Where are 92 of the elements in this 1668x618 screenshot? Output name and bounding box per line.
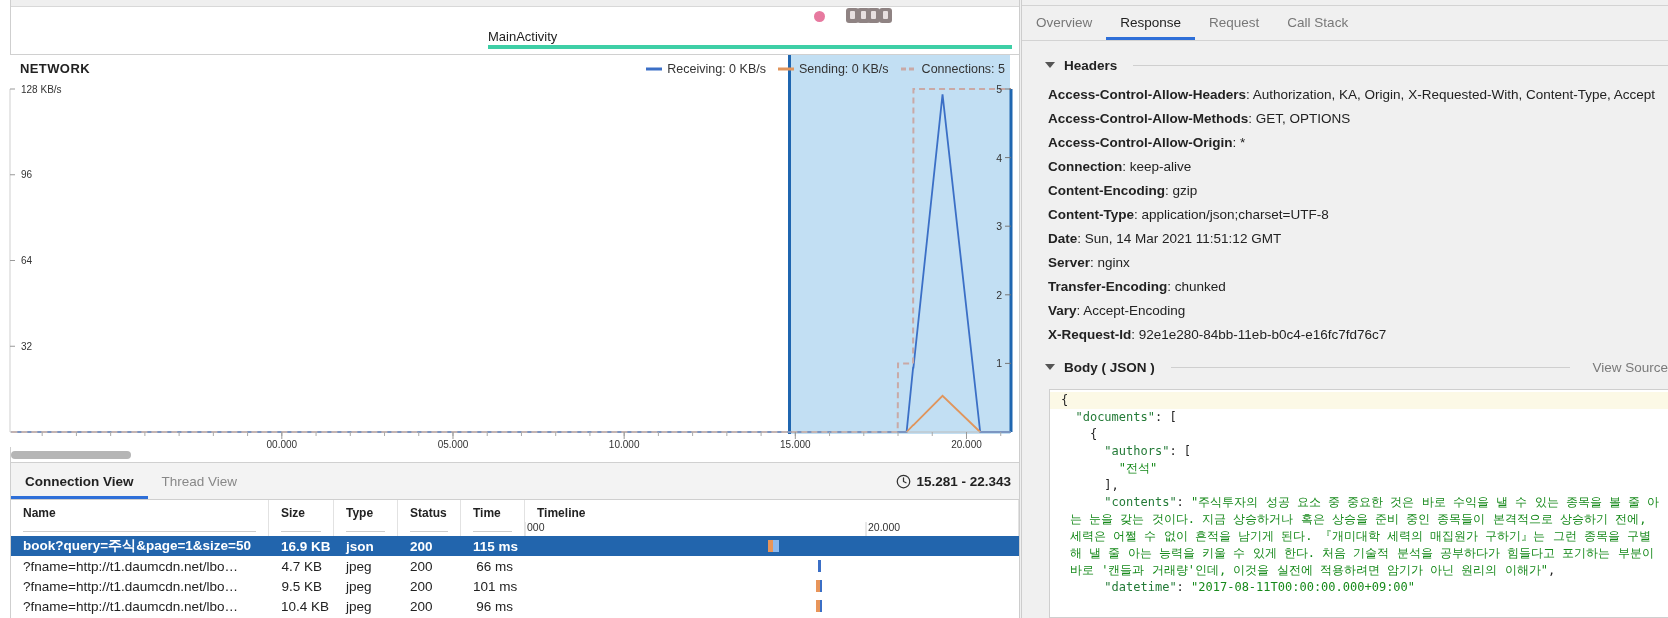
axis-label: 20.000 xyxy=(868,521,901,533)
table-cell-text: ?fname=http://t1.daumcdn.net/lbo… xyxy=(22,578,239,594)
header-entry: Date: Sun, 14 Mar 2021 11:51:12 GMT xyxy=(1048,231,1283,247)
legend-item: Sending: 0 KB/s xyxy=(777,61,889,76)
table-cell-text: 115 ms xyxy=(472,538,520,554)
code-line: "documents": [ xyxy=(1074,409,1178,426)
detail-tab[interactable]: Call Stack xyxy=(1273,6,1363,40)
header-entry: Transfer-Encoding: chunked xyxy=(1048,279,1227,295)
axis-label: 00.000 xyxy=(266,439,298,450)
axis-label: 96 xyxy=(21,169,33,181)
code-line: "contents": "주식투자의 성공 요소 중 중요한 것은 바로 수익을 낼 수 있는 종목을 볼 줄 아는 눈을 갖는 것이다. 지금 상승하거나 혹은 상승을 준비 중인 종목들이 본격적으로 상승하기 전에, 세력은 어쩔 수 없이 흔적을 남기게 된다. 『개미대학 세력의 매집원가 구하기』는 그런 종목을 구별해 낼 줄 아는 능력을 키울 수 있게 한다. 처음 기술적 분석을 공부하다가 힘들다고 포기하는 부분이 바로 '캔들과 거래량'인데, 이것을 실전에 적용하려면 암기가 아닌 원리의 이해가", xyxy=(1069,494,1661,579)
header-entry: Access-Control-Allow-Headers: Authorization, KA, Origin, X-Requested-With, Content-Type, Accept xyxy=(1048,87,1656,103)
axis-label: 128 KB/s xyxy=(21,83,62,95)
collapse-triangle-icon[interactable] xyxy=(1044,363,1056,371)
header-entry: Server: nginx xyxy=(1048,255,1131,271)
table-row[interactable]: book?query=주식&page=1&size=50 16.9 KB json 200 115 ms xyxy=(11,536,1019,556)
header-entry: Vary: Accept-Encoding xyxy=(1048,303,1187,319)
code-line: "datetime": "2017-08-11T00:00:00.000+09:00" xyxy=(1103,579,1417,596)
time-range: 15.281 - 22.343 xyxy=(916,473,1011,489)
column-header[interactable]: Time xyxy=(473,506,501,520)
column-header[interactable]: Timeline xyxy=(537,506,586,520)
code-line: "authors": [ xyxy=(1103,443,1193,460)
column-header[interactable]: Type xyxy=(346,506,374,520)
table-cell-text: 200 xyxy=(409,558,434,574)
table-cell-text: 16.9 KB xyxy=(280,538,332,554)
line-icon xyxy=(777,66,794,71)
table-cell-text: json xyxy=(344,538,375,554)
axis-label: 10.000 xyxy=(608,439,640,450)
code-line: ], xyxy=(1103,477,1120,494)
table-cell-text: ?fname=http://t1.daumcdn.net/lbo… xyxy=(22,558,239,574)
detail-tab[interactable]: Overview xyxy=(1022,6,1107,40)
view-source-link[interactable]: View Source xyxy=(1592,359,1668,375)
collapse-triangle-icon[interactable] xyxy=(1044,61,1056,69)
table-cell-text: 66 ms xyxy=(475,558,514,574)
column-header[interactable]: Size xyxy=(281,506,305,520)
table-cell-text: jpeg xyxy=(344,558,373,574)
table-cell-text: 9.5 KB xyxy=(280,578,323,594)
view-tab[interactable]: Connection View xyxy=(11,463,148,499)
timing-bar-icon xyxy=(816,580,822,592)
table-cell-text: 200 xyxy=(409,598,434,614)
activity-label: MainActivity xyxy=(488,29,558,44)
axis-label: 20.000 xyxy=(951,439,982,450)
clock-icon xyxy=(896,473,912,489)
detail-tab[interactable]: Request xyxy=(1195,6,1274,40)
axis-label: 000 xyxy=(527,521,545,533)
header-entry: Access-Control-Allow-Origin: * xyxy=(1048,135,1247,151)
axis-label: 15.000 xyxy=(780,439,811,450)
axis-label: 32 xyxy=(21,340,33,352)
header-entry: X-Request-Id: 92e1e280-84bb-11eb-b0c4-e16fc7fd76c7 xyxy=(1048,327,1388,343)
table-cell-text: jpeg xyxy=(344,598,373,614)
axis-label: 2 xyxy=(996,288,1002,301)
table-cell-text: 101 ms xyxy=(472,578,519,594)
axis-label: 05.000 xyxy=(437,439,469,450)
table-cell-text: book?query=주식&page=1&size=50 xyxy=(22,537,252,555)
table-cell-text: 10.4 KB xyxy=(280,598,331,614)
axis-label: 64 xyxy=(21,255,33,266)
table-cell-text: 96 ms xyxy=(475,598,514,614)
timing-bar-icon xyxy=(816,600,822,612)
legend-item: Connections: 5 xyxy=(900,61,1005,76)
event-dot[interactable] xyxy=(814,11,825,22)
axis-label: 4 xyxy=(996,151,1002,164)
table-cell-text: jpeg xyxy=(344,578,373,594)
axis-label: 5 xyxy=(996,83,1002,95)
table-cell-text: 200 xyxy=(409,578,434,594)
event-markers-drawing[interactable] xyxy=(846,7,894,25)
code-line: "전석" xyxy=(1117,460,1159,477)
code-line: { xyxy=(1088,426,1099,443)
timing-bar-icon xyxy=(768,540,779,552)
dashed-line-icon xyxy=(900,66,917,71)
scrollbar-thumb[interactable] xyxy=(11,450,131,459)
header-entry: Content-Encoding: gzip xyxy=(1048,183,1199,199)
table-cell-text: 4.7 KB xyxy=(280,558,323,574)
column-header[interactable]: Status xyxy=(410,506,447,520)
legend-item: Receiving: 0 KB/s xyxy=(646,61,766,76)
table-row[interactable]: ?fname=http://t1.daumcdn.net/lbo… 4.7 KB jpeg 200 66 ms xyxy=(11,556,1019,576)
axis-label: 3 xyxy=(996,220,1002,233)
detail-tab[interactable]: Response xyxy=(1106,6,1196,40)
timing-bar-icon xyxy=(818,560,821,572)
selection-range[interactable] xyxy=(788,55,1010,434)
line-icon xyxy=(646,66,663,71)
table-cell-text: 200 xyxy=(409,538,434,554)
table-cell-text: ?fname=http://t1.daumcdn.net/lbo… xyxy=(22,598,239,614)
header-entry: Connection: keep-alive xyxy=(1048,159,1193,175)
section-title[interactable]: Body ( JSON ) xyxy=(1064,359,1155,375)
header-entry: Content-Type: application/json;charset=UTF-8 xyxy=(1048,207,1330,223)
axis-label: 1 xyxy=(996,357,1002,370)
table-row[interactable]: ?fname=http://t1.daumcdn.net/lbo… 10.4 KB jpeg 200 96 ms xyxy=(11,596,1019,616)
column-header[interactable]: Name xyxy=(23,506,56,520)
chart-title: NETWORK xyxy=(20,61,90,76)
table-row[interactable]: ?fname=http://t1.daumcdn.net/lbo… 9.5 KB jpeg 200 101 ms xyxy=(11,576,1019,596)
section-title[interactable]: Headers xyxy=(1064,57,1118,73)
header-entry: Access-Control-Allow-Methods: GET, OPTIONS xyxy=(1048,111,1352,127)
